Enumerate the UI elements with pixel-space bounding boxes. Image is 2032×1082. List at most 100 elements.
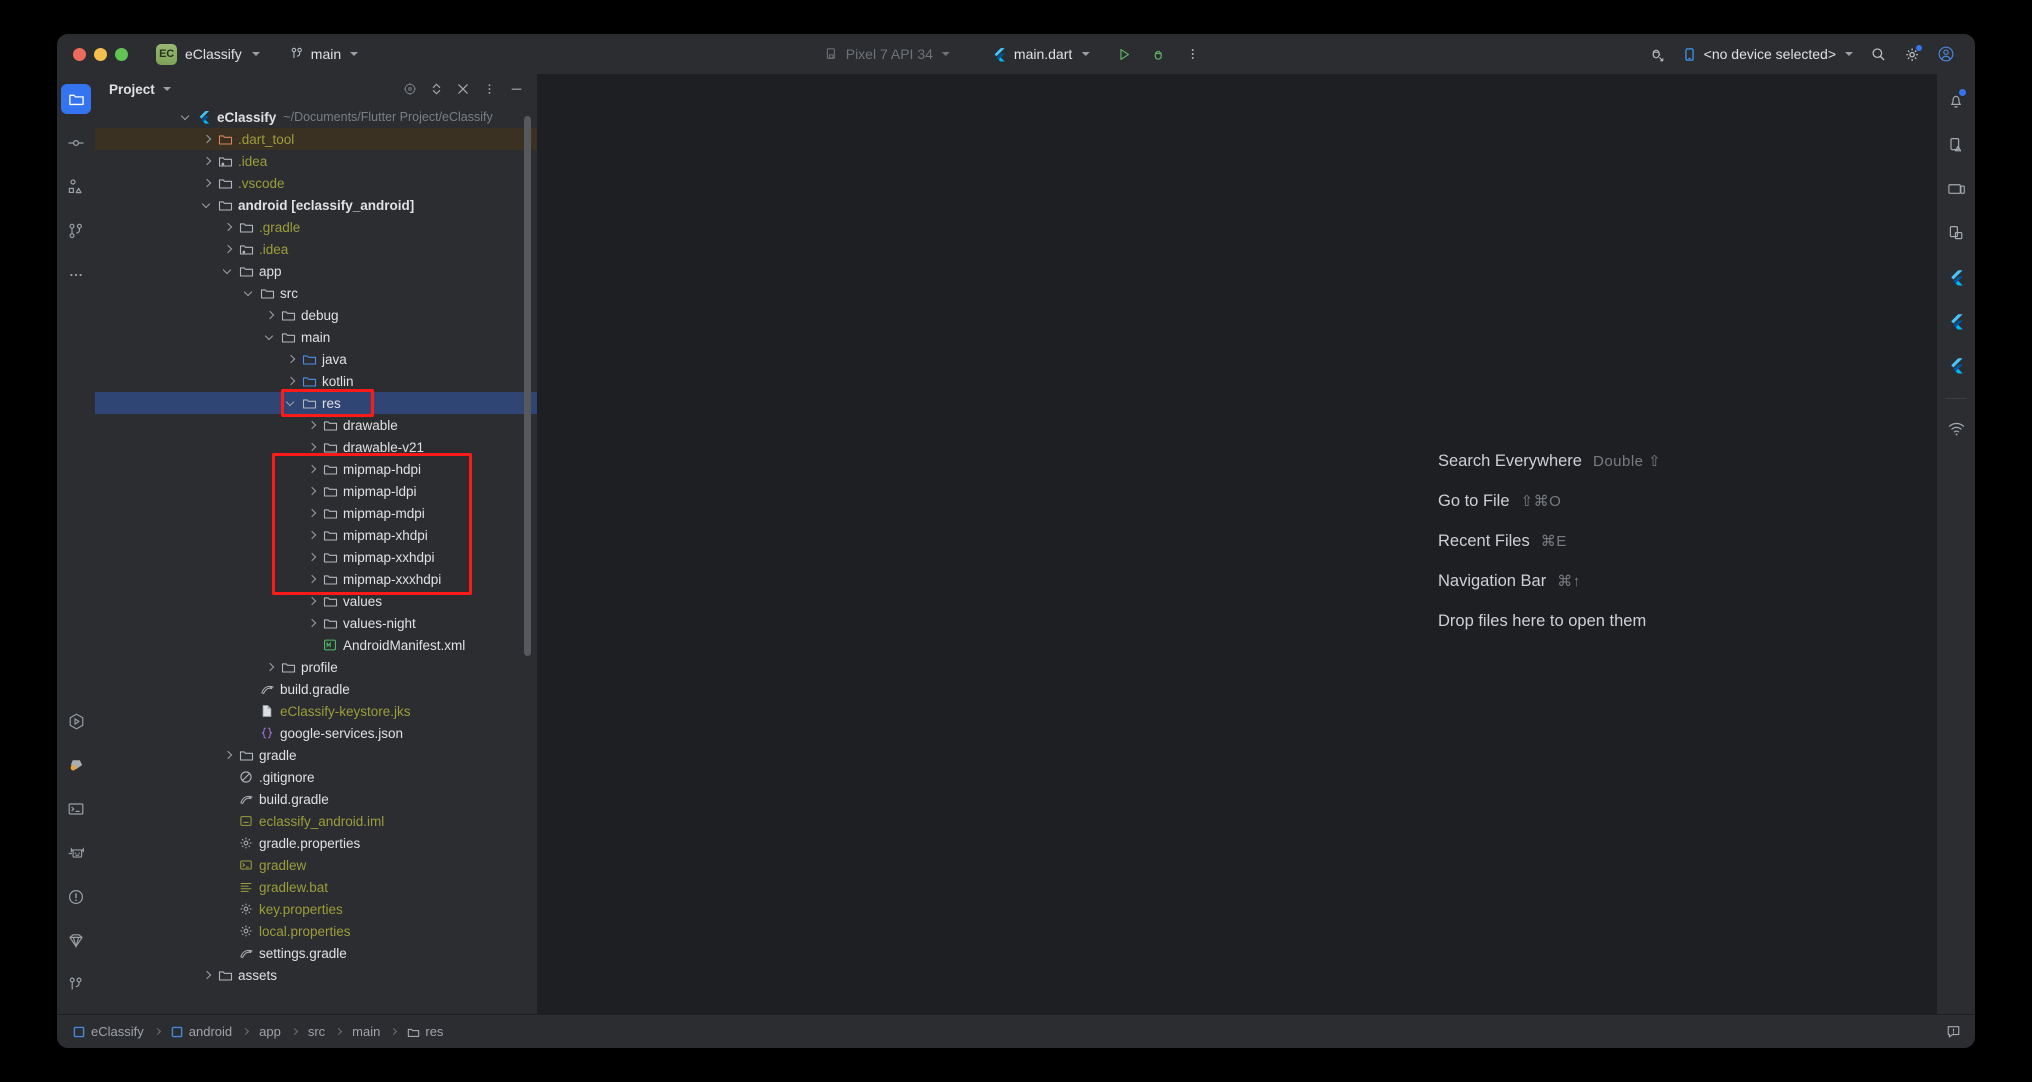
breadcrumb-item[interactable]: android: [171, 1024, 232, 1039]
sidebar-item-flutter-performance[interactable]: [1941, 306, 1971, 336]
tree-node[interactable]: android [eclassify_android]: [95, 194, 538, 216]
chevron-right-icon[interactable]: [307, 596, 318, 607]
chevron-right-icon[interactable]: [307, 486, 318, 497]
tree-node[interactable]: profile: [95, 656, 538, 678]
run-configuration-selector[interactable]: main.dart: [992, 46, 1089, 62]
tree-node[interactable]: drawable-v21: [95, 436, 538, 458]
sidebar-item-flutter-devtools[interactable]: [1941, 350, 1971, 380]
chevron-right-icon[interactable]: [307, 508, 318, 519]
search-button[interactable]: [1863, 39, 1893, 69]
editor-empty-area[interactable]: Search EverywhereDouble ⇧ Go to File⇧⌘O Re…: [538, 74, 1937, 1014]
branch-selector[interactable]: main: [290, 46, 358, 62]
sidebar-item-problems[interactable]: [61, 882, 91, 912]
tree-node[interactable]: .gradle: [95, 216, 538, 238]
tree-node[interactable]: mipmap-hdpi: [95, 458, 538, 480]
debug-button[interactable]: [1143, 39, 1173, 69]
tree-node[interactable]: mipmap-xxhdpi: [95, 546, 538, 568]
project-selector[interactable]: EC eClassify: [156, 44, 260, 65]
minimize-icon[interactable]: [509, 82, 524, 96]
sidebar-item-profiler[interactable]: [61, 838, 91, 868]
chevron-right-icon[interactable]: [223, 222, 234, 233]
chevron-right-icon[interactable]: [307, 574, 318, 585]
tree-node[interactable]: values-night: [95, 612, 538, 634]
tree-node[interactable]: drawable: [95, 414, 538, 436]
tree-node[interactable]: settings.gradle: [95, 942, 538, 964]
tree-node[interactable]: main: [95, 326, 538, 348]
sidebar-item-version-control[interactable]: [61, 970, 91, 1000]
chevron-down-icon[interactable]: [244, 288, 255, 299]
tree-node[interactable]: mipmap-ldpi: [95, 480, 538, 502]
tree-node[interactable]: .vscode: [95, 172, 538, 194]
sidebar-item-flutter-inspector[interactable]: [61, 750, 91, 780]
device-selector[interactable]: <no device selected>: [1676, 46, 1859, 62]
chevron-right-icon[interactable]: [307, 442, 318, 453]
tree-node[interactable]: mipmap-mdpi: [95, 502, 538, 524]
sidebar-item-device-manager[interactable]: [1941, 130, 1971, 160]
sidebar-item-pull-requests[interactable]: [61, 216, 91, 246]
tree-node[interactable]: java: [95, 348, 538, 370]
more-vertical-icon[interactable]: [483, 82, 496, 96]
chevron-down-icon[interactable]: [181, 112, 192, 123]
tree-node[interactable]: eClassify-keystore.jks: [95, 700, 538, 722]
chevron-right-icon[interactable]: [223, 750, 234, 761]
breadcrumb-item[interactable]: eClassify: [73, 1024, 144, 1039]
chevron-right-icon[interactable]: [307, 420, 318, 431]
project-tree-scroll-area[interactable]: eClassify~/Documents/Flutter Project/eCl…: [95, 104, 538, 1014]
close-window-button[interactable]: [73, 48, 86, 61]
tree-node[interactable]: gradlew.bat: [95, 876, 538, 898]
chevron-right-icon[interactable]: [307, 618, 318, 629]
sidebar-item-project[interactable]: [61, 84, 91, 114]
expand-collapse-icon[interactable]: [430, 82, 443, 96]
chevron-right-icon[interactable]: [202, 178, 213, 189]
editor-hint[interactable]: Recent Files⌘E: [1438, 532, 1661, 551]
breadcrumb-item[interactable]: src: [308, 1024, 325, 1039]
sidebar-item-network-inspector[interactable]: [1941, 413, 1971, 443]
tree-node[interactable]: debug: [95, 304, 538, 326]
sidebar-item-run[interactable]: [61, 706, 91, 736]
collapse-all-icon[interactable]: [456, 82, 470, 96]
sidebar-item-commit[interactable]: [61, 128, 91, 158]
tree-node[interactable]: app: [95, 260, 538, 282]
sidebar-item-device-file-explorer[interactable]: [1941, 218, 1971, 248]
minimize-window-button[interactable]: [94, 48, 107, 61]
tree-node[interactable]: gradle: [95, 744, 538, 766]
tree-node[interactable]: eClassify~/Documents/Flutter Project/eCl…: [95, 106, 538, 128]
breadcrumb-item[interactable]: res: [407, 1024, 443, 1039]
tree-node[interactable]: res: [95, 392, 538, 414]
sidebar-item-notifications[interactable]: [1941, 86, 1971, 116]
tree-node[interactable]: assets: [95, 964, 538, 986]
tree-node[interactable]: .dart_tool: [95, 128, 538, 150]
tree-node[interactable]: .idea: [95, 150, 538, 172]
sidebar-item-structure[interactable]: [61, 172, 91, 202]
tree-node[interactable]: build.gradle: [95, 678, 538, 700]
tree-node[interactable]: kotlin: [95, 370, 538, 392]
tree-node[interactable]: AndroidManifest.xml: [95, 634, 538, 656]
tree-node[interactable]: key.properties: [95, 898, 538, 920]
chevron-right-icon[interactable]: [223, 244, 234, 255]
tree-node[interactable]: google-services.json: [95, 722, 538, 744]
breadcrumb-item[interactable]: app: [259, 1024, 281, 1039]
sidebar-item-flutter-outline[interactable]: [1941, 262, 1971, 292]
tree-node[interactable]: gradle.properties: [95, 832, 538, 854]
chevron-down-icon[interactable]: [163, 87, 171, 91]
chevron-right-icon[interactable]: [307, 464, 318, 475]
sidebar-item-more[interactable]: [61, 260, 91, 290]
tree-node[interactable]: mipmap-xhdpi: [95, 524, 538, 546]
sidebar-item-database[interactable]: [61, 926, 91, 956]
editor-hint[interactable]: Go to File⇧⌘O: [1438, 492, 1661, 511]
chevron-right-icon[interactable]: [265, 662, 276, 673]
editor-hint[interactable]: Search EverywhereDouble ⇧: [1438, 452, 1661, 471]
chevron-right-icon[interactable]: [202, 134, 213, 145]
editor-hint[interactable]: Drop files here to open them: [1438, 612, 1661, 631]
event-log-icon[interactable]: [1946, 1024, 1961, 1039]
tree-node[interactable]: src: [95, 282, 538, 304]
maximize-window-button[interactable]: [115, 48, 128, 61]
tree-node[interactable]: .gitignore: [95, 766, 538, 788]
editor-hint[interactable]: Navigation Bar⌘↑: [1438, 572, 1661, 591]
chevron-down-icon[interactable]: [265, 332, 276, 343]
tree-node[interactable]: build.gradle: [95, 788, 538, 810]
target-device-readonly[interactable]: Pixel 7 API 34: [825, 46, 950, 62]
tree-node[interactable]: mipmap-xxxhdpi: [95, 568, 538, 590]
chevron-right-icon[interactable]: [265, 310, 276, 321]
tree-node[interactable]: eclassify_android.iml: [95, 810, 538, 832]
